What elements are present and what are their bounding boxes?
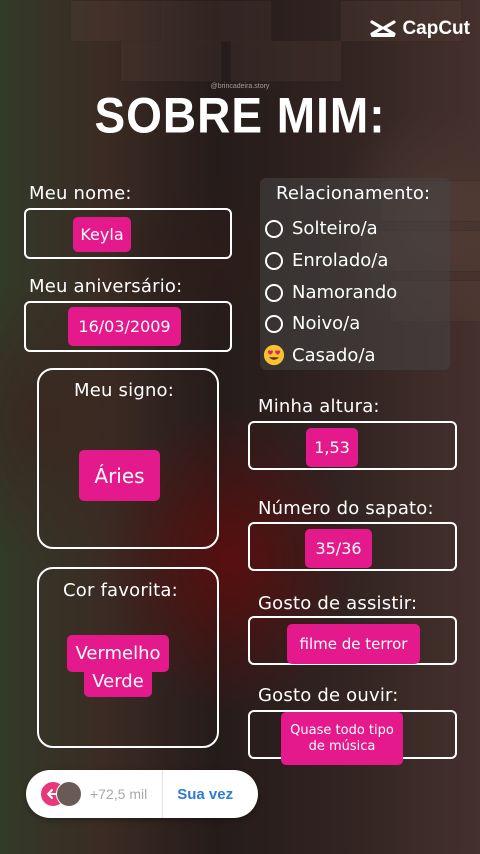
birthday-value: 16/03/2009 bbox=[68, 307, 181, 346]
heart-eyes-emoji-icon[interactable] bbox=[263, 344, 285, 366]
birthday-label: Meu aniversário: bbox=[29, 276, 183, 297]
divider bbox=[162, 770, 164, 818]
radio-icon[interactable] bbox=[265, 251, 283, 270]
radio-icon[interactable] bbox=[265, 314, 283, 333]
your-turn-button[interactable]: Sua vez bbox=[177, 786, 233, 803]
shoe-size-value: 35/36 bbox=[305, 529, 372, 568]
option-label: Namorando bbox=[292, 282, 398, 303]
option-label: Casado/a bbox=[292, 344, 376, 366]
color-label: Cor favorita: bbox=[63, 580, 178, 601]
listen-label: Gosto de ouvir: bbox=[258, 685, 399, 706]
participant-count: +72,5 mil bbox=[90, 786, 148, 802]
radio-icon[interactable] bbox=[265, 219, 283, 238]
height-value: 1,53 bbox=[306, 428, 358, 467]
name-label: Meu nome: bbox=[29, 183, 132, 204]
capcut-watermark: CapCut bbox=[370, 18, 470, 40]
listen-value-line-1: Quase todo tipo bbox=[290, 722, 394, 738]
height-label: Minha altura: bbox=[258, 396, 380, 417]
relationship-label: Relacionamento: bbox=[276, 183, 431, 204]
relationship-panel bbox=[260, 178, 450, 370]
capcut-logo-icon bbox=[370, 20, 397, 37]
relationship-option-casado[interactable]: Casado/a bbox=[263, 344, 376, 366]
shoe-size-label: Número do sapato: bbox=[258, 498, 434, 519]
listen-value-line-2: de música bbox=[308, 738, 376, 754]
watch-label: Gosto de assistir: bbox=[258, 593, 418, 614]
relationship-option-enrolado[interactable]: Enrolado/a bbox=[265, 250, 388, 271]
option-label: Solteiro/a bbox=[292, 218, 378, 239]
option-label: Noivo/a bbox=[292, 313, 361, 334]
sign-value: Áries bbox=[79, 450, 160, 501]
name-value: Keyla bbox=[73, 217, 131, 252]
add-yours-sticker[interactable]: +72,5 mil Sua vez bbox=[26, 770, 258, 818]
relationship-option-namorando[interactable]: Namorando bbox=[265, 282, 397, 303]
color-value-2: Verde bbox=[84, 667, 152, 697]
radio-icon[interactable] bbox=[265, 283, 283, 302]
option-label: Enrolado/a bbox=[292, 250, 389, 271]
watch-value: filme de terror bbox=[287, 624, 420, 664]
avatar bbox=[56, 781, 82, 807]
participant-avatars bbox=[40, 781, 84, 807]
brand-name: CapCut bbox=[402, 18, 470, 39]
page-title: SOBRE MIM: bbox=[94, 86, 386, 144]
sign-label: Meu signo: bbox=[74, 380, 175, 401]
relationship-option-noivo[interactable]: Noivo/a bbox=[265, 313, 360, 334]
listen-value: Quase todo tipo de música bbox=[281, 712, 403, 765]
relationship-option-solteiro[interactable]: Solteiro/a bbox=[265, 218, 378, 239]
